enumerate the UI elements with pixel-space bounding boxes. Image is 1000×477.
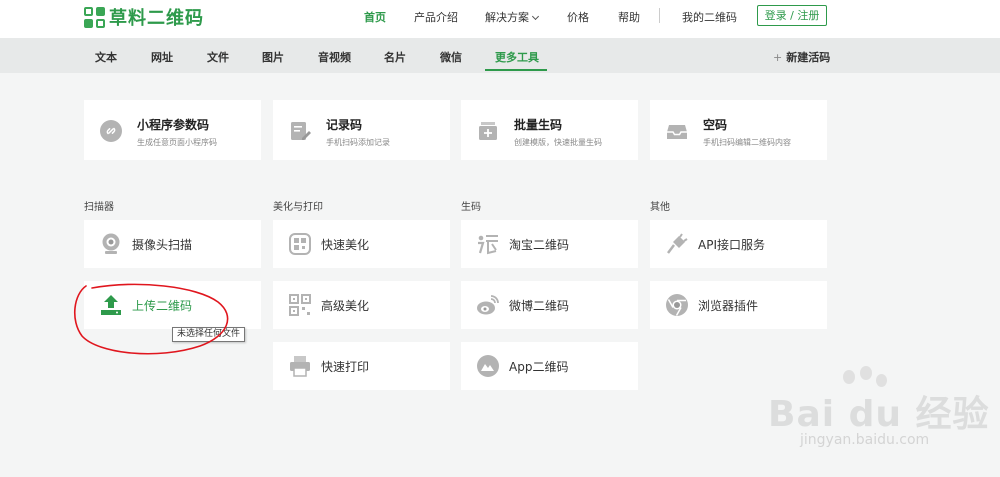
qr-beautify-icon	[288, 232, 312, 256]
section-scanner-title: 扫描器	[84, 202, 114, 213]
tool-card-title: 批量生码	[514, 118, 563, 132]
tool-card-empty-code[interactable]: 空码 手机扫码编辑二维码内容	[650, 100, 827, 160]
tool-browser-plugin[interactable]: 浏览器插件	[650, 281, 827, 329]
weibo-icon	[476, 293, 500, 317]
taobao-icon	[476, 232, 500, 256]
plug-icon	[665, 232, 689, 256]
tab-image[interactable]: 图片	[262, 49, 284, 65]
nav-solutions-label: 解决方案	[485, 11, 529, 24]
qr-logo-icon	[84, 6, 105, 28]
paw-print-icon	[843, 370, 855, 384]
logo-text: 草料二维码	[109, 8, 204, 29]
nav-products[interactable]: 产品介绍	[414, 9, 458, 25]
nav-home[interactable]: 首页	[364, 9, 386, 25]
tool-card-desc: 手机扫码添加记录	[326, 138, 390, 147]
chrome-icon	[665, 293, 689, 317]
nav-help[interactable]: 帮助	[618, 9, 640, 25]
edit-record-icon	[288, 119, 312, 143]
new-dynamic-code-label: 新建活码	[786, 51, 831, 64]
tool-label: 快速美化	[321, 238, 370, 252]
tool-quick-print[interactable]: 快速打印	[273, 342, 450, 390]
tool-card-desc: 创建模版，快速批量生码	[514, 138, 602, 147]
watermark-url: jingyan.baidu.com	[800, 432, 930, 448]
app-icon	[476, 354, 500, 378]
tool-card-desc: 手机扫码编辑二维码内容	[703, 138, 791, 147]
red-circle-annotation	[74, 283, 229, 355]
tab-business-card[interactable]: 名片	[384, 49, 406, 65]
section-beautify-title: 美化与打印	[273, 202, 323, 213]
tool-card-title: 空码	[703, 118, 728, 132]
tab-text[interactable]: 文本	[95, 49, 117, 65]
tool-label: 淘宝二维码	[509, 238, 570, 252]
tool-card-title: 小程序参数码	[137, 118, 210, 132]
tool-label: API接口服务	[698, 238, 765, 252]
tool-label: 快速打印	[321, 360, 370, 374]
tool-label: App二维码	[509, 360, 569, 374]
nav-pricing[interactable]: 价格	[567, 9, 589, 25]
watermark-brand: Bai du 经验	[768, 394, 990, 435]
tool-label: 微博二维码	[509, 299, 570, 313]
tab-wechat[interactable]: 微信	[440, 49, 462, 65]
active-tab-indicator	[485, 69, 547, 71]
tool-label: 摄像头扫描	[132, 238, 193, 252]
camera-icon	[99, 232, 123, 256]
nav-divider	[659, 8, 660, 23]
tool-app-qr[interactable]: App二维码	[461, 342, 638, 390]
nav-solutions[interactable]: 解决方案	[485, 9, 540, 25]
tool-camera-scan[interactable]: 摄像头扫描	[84, 220, 261, 268]
qr-code-icon	[288, 293, 312, 317]
plus-icon: +	[773, 51, 783, 64]
nav-my-codes[interactable]: 我的二维码	[682, 9, 737, 25]
logo[interactable]: 草料二维码	[84, 5, 204, 29]
batch-icon	[476, 119, 500, 143]
tool-api-service[interactable]: API接口服务	[650, 220, 827, 268]
tool-quick-beautify[interactable]: 快速美化	[273, 220, 450, 268]
tool-advanced-beautify[interactable]: 高级美化	[273, 281, 450, 329]
tool-card-batch[interactable]: 批量生码 创建模版，快速批量生码	[461, 100, 638, 160]
tool-card-desc: 生成任意页面小程序码	[137, 138, 217, 147]
login-register-button[interactable]: 登录 / 注册	[757, 5, 827, 26]
paw-print-icon	[860, 366, 872, 380]
new-dynamic-code-button[interactable]: + 新建活码	[773, 49, 830, 65]
sub-navbar: 文本 网址 文件 图片 音视频 名片 微信 更多工具 + 新建活码	[0, 38, 1000, 73]
inbox-icon	[665, 119, 689, 143]
tool-label: 高级美化	[321, 299, 370, 313]
tab-more-tools[interactable]: 更多工具	[495, 49, 539, 65]
tool-card-record[interactable]: 记录码 手机扫码添加记录	[273, 100, 450, 160]
link-icon	[99, 119, 123, 143]
section-other-title: 其他	[650, 202, 670, 213]
printer-icon	[288, 354, 312, 378]
tool-card-title: 记录码	[326, 118, 363, 132]
tab-url[interactable]: 网址	[151, 49, 173, 65]
tool-card-miniprogram[interactable]: 小程序参数码 生成任意页面小程序码	[84, 100, 261, 160]
chevron-down-icon	[531, 12, 540, 21]
tool-weibo-qr[interactable]: 微博二维码	[461, 281, 638, 329]
section-generate-title: 生码	[461, 202, 481, 213]
tool-label: 浏览器插件	[698, 299, 759, 313]
tab-file[interactable]: 文件	[207, 49, 229, 65]
top-navbar: 草料二维码 首页 产品介绍 解决方案 价格 帮助 我的二维码 登录 / 注册	[0, 0, 1000, 38]
tab-audio-video[interactable]: 音视频	[318, 49, 351, 65]
tool-taobao-qr[interactable]: 淘宝二维码	[461, 220, 638, 268]
